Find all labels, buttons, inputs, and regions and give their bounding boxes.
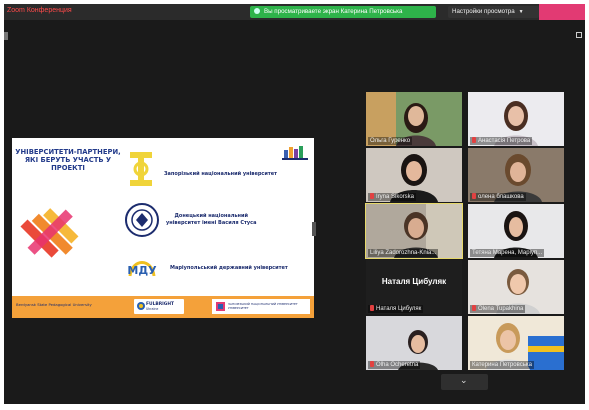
participant-name: Olena Tupakhina [470,305,526,313]
university-name-line: університет імені Василя Стуса [166,220,257,226]
partner-text-line: УНІВЕРСИТЕТ [228,306,249,310]
fulbright-emblem-icon [137,302,145,310]
project-logo-icon [20,208,79,258]
znu-logo-icon [130,152,152,186]
university-name: Запорізький національний університет [164,171,278,177]
participant-tile[interactable]: Olena Tupakhina [468,260,564,314]
participant-tile-active-speaker[interactable]: Liliya Zadorozhna-Knia... [365,203,463,259]
slide-title: УНІВЕРСИТЕТИ-ПАРТНЕРИ, ЯКІ БЕРУТЬ УЧАСТЬ… [14,148,122,172]
mic-muted-icon [370,305,374,311]
university-name: Донецький національний університет імені… [166,213,257,227]
mdu-logo-icon: МДУ [127,261,157,277]
donnu-logo-icon [125,203,159,237]
screen: Zoom Конференция Вы просматриваете экран… [0,0,589,410]
shared-slide: УНІВЕРСИТЕТИ-ПАРТНЕРИ, ЯКІ БЕРУТЬ УЧАСТЬ… [12,138,314,318]
participant-name: Наталя Цибуляк [368,305,424,313]
participant-tile[interactable]: Анастасія Петрова [468,92,564,146]
partner-emblem-icon [216,302,225,311]
participant-tile[interactable]: Ольга Гуренко [366,92,462,146]
footer-university-label: Berdyansk State Pedagogical University [16,302,92,307]
slide-title-line: ПРОЕКТІ [51,164,85,172]
slide-title-line: УНІВЕРСИТЕТИ-ПАРТНЕРИ, [15,148,121,156]
mic-muted-icon [472,193,476,199]
university-name: Маріупольський державний університет [170,265,288,271]
participant-name: Olha Ocheretna [368,361,421,369]
participant-name: Тетяна Марена, Маріуп... [470,249,545,257]
fulbright-sub-label: Ukraine [146,307,159,311]
zoom-window: Zoom Конференция Вы просматриваете экран… [4,4,585,404]
participant-tile-no-video[interactable]: Наталя Цибуляк Наталя Цибуляк [366,260,462,314]
participant-tile[interactable]: Тетяна Марена, Маріуп... [468,204,564,258]
expand-gallery-button[interactable]: ⌄ [441,374,488,390]
participant-tile[interactable]: Iryna Sikorska [366,148,462,202]
svg-text:МДУ: МДУ [127,264,157,277]
screen-share-notice[interactable]: Вы просматриваете экран Катерина Петровс… [250,6,436,18]
participant-tile[interactable]: Катерина Петровська [468,316,564,370]
chevron-down-icon: ⌄ [460,376,468,386]
share-screen-icon [254,8,260,14]
mic-muted-icon [370,193,374,199]
partner-text: ЗАПОРІЗЬКИЙ НАЦІОНАЛЬНИЙ УНІВЕРСИТЕТ УНІ… [228,302,298,310]
participant-name: Iryna Sikorska [368,193,417,201]
participant-name: Анастасія Петрова [470,137,533,145]
split-drag-handle[interactable] [312,222,316,236]
participant-display-name: Наталя Цибуляк [381,277,447,286]
window-title: Zoom Конференция [7,7,72,14]
university-name-line: Донецький національний [174,213,249,219]
title-bar: Zoom Конференция Вы просматриваете экран… [4,4,585,20]
window-edge [4,32,8,40]
title-bar-accent [539,4,585,20]
chevron-down-icon: ▼ [518,9,524,15]
fullscreen-icon[interactable] [576,32,582,38]
participant-tile[interactable]: олена блашкова [468,148,564,202]
mic-muted-icon [370,361,374,367]
view-options-button[interactable]: Настройки просмотра ▼ [448,6,539,18]
mic-muted-icon [472,305,476,311]
slide-title-line: ЯКІ БЕРУТЬ УЧАСТЬ У [24,156,112,164]
share-notice-label: Вы просматриваете экран Катерина Петровс… [264,8,403,15]
view-options-label: Настройки просмотра [452,8,515,15]
city-logo-icon [282,146,308,160]
participant-name: олена блашкова [470,193,526,201]
participant-name: Ольга Гуренко [368,137,413,145]
participant-name: Катерина Петровська [470,361,534,369]
participant-tile[interactable]: Olha Ocheretna [366,316,462,370]
mic-muted-icon [472,137,476,143]
participant-name: Liliya Zadorozhna-Knia... [368,249,439,257]
